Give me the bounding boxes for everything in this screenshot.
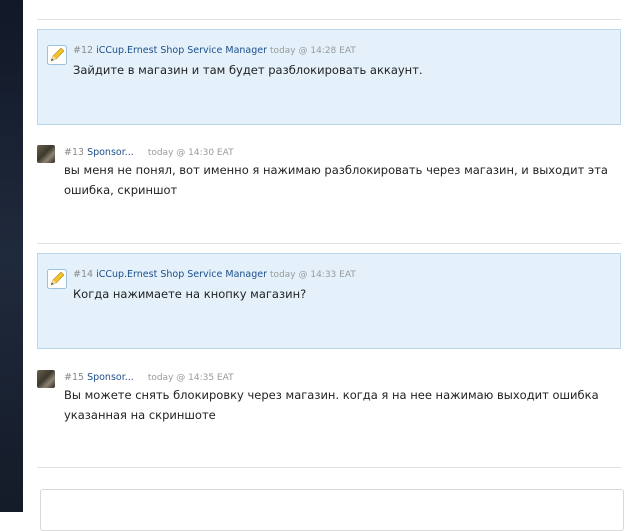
ticket-message-user: #15 Sponsor... today @ 14:35 EAT Вы можете… <box>37 368 621 428</box>
message-text: Вы можете снять блокировку через магазин… <box>64 388 599 422</box>
ticket-message-staff: #14 iCCup.Ernest Shop Service Manager toda… <box>37 253 621 349</box>
ticket-message-staff: #12 iCCup.Ernest Shop Service Manager toda… <box>37 29 621 125</box>
message-timestamp: today @ 14:28 EAT <box>270 46 356 56</box>
message-number[interactable]: #13 <box>64 147 84 158</box>
message-meta: #14 iCCup.Ernest Shop Service Manager toda… <box>73 269 356 280</box>
message-number[interactable]: #14 <box>73 269 93 280</box>
ticket-message-user: #13 Sponsor... today @ 14:30 EAT вы меня н… <box>37 143 621 203</box>
pencil-icon <box>47 269 67 289</box>
message-timestamp: today @ 14:33 EAT <box>270 270 356 280</box>
message-text: Когда нажимаете на кнопку магазин? <box>73 287 307 301</box>
divider <box>37 243 621 244</box>
page-background-strip <box>0 0 23 512</box>
avatar[interactable] <box>37 145 55 163</box>
message-text: вы меня не понял, вот именно я нажимаю р… <box>64 163 608 197</box>
divider <box>37 19 621 20</box>
message-text: Зайдите в магазин и там будет разблокиро… <box>73 63 423 77</box>
message-number[interactable]: #15 <box>64 372 84 383</box>
message-meta: #12 iCCup.Ernest Shop Service Manager toda… <box>73 45 356 56</box>
message-timestamp: today @ 14:30 EAT <box>147 148 234 158</box>
avatar[interactable] <box>37 370 55 388</box>
author-link[interactable]: iCCup.Ernest Shop Service Manager <box>96 45 267 56</box>
author-link[interactable]: Sponsor... <box>87 372 134 383</box>
divider <box>37 467 621 468</box>
message-meta: #13 Sponsor... today @ 14:30 EAT <box>64 147 234 158</box>
message-meta: #15 Sponsor... today @ 14:35 EAT <box>64 372 234 383</box>
author-link[interactable]: Sponsor... <box>87 147 134 158</box>
author-link[interactable]: iCCup.Ernest Shop Service Manager <box>96 269 267 280</box>
pencil-icon <box>47 45 67 65</box>
message-number[interactable]: #12 <box>73 45 93 56</box>
reply-editor[interactable] <box>40 489 624 531</box>
message-timestamp: today @ 14:35 EAT <box>147 373 234 383</box>
